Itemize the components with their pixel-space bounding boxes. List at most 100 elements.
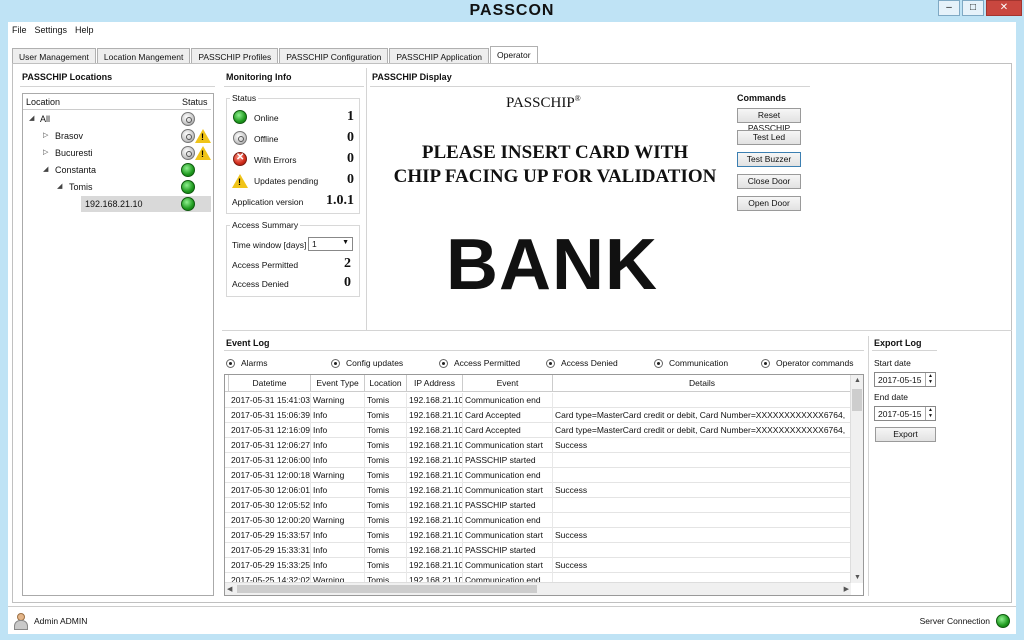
cell-details: Success bbox=[553, 528, 851, 543]
status-bar: Admin ADMIN Server Connection bbox=[8, 606, 1016, 634]
expand-icon[interactable]: ▷ bbox=[43, 148, 48, 156]
filter-access-permitted[interactable]: Access Permitted bbox=[439, 358, 520, 368]
table-row[interactable]: 2017-05-30 12:06:01 Info Tomis 192.168.21.1… bbox=[225, 483, 851, 498]
maximize-icon[interactable]: □ bbox=[962, 0, 984, 16]
table-row[interactable]: 2017-05-30 12:00:20 Warning Tomis 192.168.2… bbox=[225, 513, 851, 528]
col-status[interactable]: Status bbox=[182, 97, 208, 107]
menu-help[interactable]: Help bbox=[71, 22, 98, 40]
tab-user-management[interactable]: User Management bbox=[12, 48, 96, 63]
tab-passchip-configuration[interactable]: PASSCHIP Configuration bbox=[279, 48, 389, 63]
tab-operator[interactable]: Operator bbox=[490, 46, 538, 63]
cell-event: Communication start bbox=[463, 528, 553, 543]
test-led-button[interactable]: Test Led bbox=[737, 130, 801, 145]
cell-event: Card Accepted bbox=[463, 423, 553, 438]
warning-icon bbox=[232, 174, 248, 188]
cell-ip-address: 192.168.21.10 bbox=[407, 513, 463, 528]
scroll-down-icon[interactable]: ▼ bbox=[854, 574, 861, 581]
vertical-scrollbar[interactable]: ▲ ▼ bbox=[850, 375, 863, 583]
expand-icon[interactable]: ◢ bbox=[57, 182, 62, 190]
status-unknown-icon bbox=[181, 129, 195, 143]
expand-icon[interactable]: ◢ bbox=[43, 165, 48, 173]
spin-icon[interactable]: ▲ ▼ bbox=[925, 407, 935, 420]
table-row[interactable]: 2017-05-31 15:06:39 Info Tomis 192.168.21.1… bbox=[225, 408, 851, 423]
filter-operator-commands[interactable]: Operator commands bbox=[761, 358, 853, 368]
col-location[interactable]: Location bbox=[26, 97, 60, 107]
tree-item-constanta[interactable]: ◢ Constanta bbox=[23, 162, 211, 178]
horizontal-scrollbar[interactable]: ◀ ▶ bbox=[225, 582, 851, 595]
divider bbox=[20, 86, 215, 87]
title-bar: PASSCON – □ ✕ bbox=[0, 0, 1024, 22]
end-date-picker[interactable]: 2017-05-15 ▲ ▼ bbox=[874, 406, 936, 421]
table-row[interactable]: 2017-05-29 15:33:57 Info Tomis 192.168.21.1… bbox=[225, 528, 851, 543]
tree-item-tomis[interactable]: ◢ Tomis bbox=[23, 179, 211, 195]
tab-passchip-profiles[interactable]: PASSCHIP Profiles bbox=[191, 48, 279, 63]
table-row[interactable]: 2017-05-29 15:33:31 Info Tomis 192.168.21.1… bbox=[225, 543, 851, 558]
cell-event-type: Warning bbox=[311, 468, 365, 483]
export-button[interactable]: Export bbox=[875, 427, 936, 442]
scroll-left-icon[interactable]: ◀ bbox=[227, 585, 232, 593]
reset-passchip-button[interactable]: Reset PASSCHIP bbox=[737, 108, 801, 133]
close-door-button[interactable]: Close Door bbox=[737, 174, 801, 189]
cell-ip-address: 192.168.21.10 bbox=[407, 393, 463, 408]
cell-location: Tomis bbox=[365, 498, 407, 513]
filter-config-updates[interactable]: Config updates bbox=[331, 358, 403, 368]
time-window-select[interactable]: 1 ▼ bbox=[308, 237, 353, 251]
locations-tree[interactable]: Location Status ◢ All ▷ Brasov ▷ Bucures… bbox=[22, 93, 214, 596]
tree-item-label: Bucuresti bbox=[55, 148, 93, 158]
event-log-table[interactable]: Datetime Event Type Location IP Address … bbox=[224, 374, 864, 596]
cell-datetime: 2017-05-31 12:06:00 bbox=[229, 453, 311, 468]
cell-ip-address: 192.168.21.10 bbox=[407, 453, 463, 468]
tree-item-label: Constanta bbox=[55, 165, 97, 175]
col-details[interactable]: Details bbox=[553, 375, 851, 392]
tree-item-bucuresti[interactable]: ▷ Bucuresti bbox=[23, 145, 211, 161]
status-online-icon bbox=[181, 197, 195, 211]
start-date-label: Start date bbox=[874, 358, 911, 368]
cell-datetime: 2017-05-30 12:05:52 bbox=[229, 498, 311, 513]
table-row[interactable]: 2017-05-29 15:33:25 Info Tomis 192.168.21.1… bbox=[225, 558, 851, 573]
filter-alarms[interactable]: Alarms bbox=[226, 358, 267, 368]
scroll-right-icon[interactable]: ▶ bbox=[844, 585, 849, 593]
cell-event-type: Warning bbox=[311, 393, 365, 408]
scroll-thumb[interactable] bbox=[237, 585, 537, 593]
scroll-thumb[interactable] bbox=[852, 389, 862, 411]
menu-file[interactable]: File bbox=[8, 22, 31, 40]
divider bbox=[222, 330, 1012, 331]
cell-ip-address: 192.168.21.10 bbox=[407, 558, 463, 573]
cell-location: Tomis bbox=[365, 408, 407, 423]
version-value: 1.0.1 bbox=[326, 193, 354, 208]
spin-icon[interactable]: ▲ ▼ bbox=[925, 373, 935, 386]
start-date-picker[interactable]: 2017-05-15 ▲ ▼ bbox=[874, 372, 936, 387]
divider bbox=[224, 350, 864, 351]
table-row[interactable]: 2017-05-31 12:06:27 Info Tomis 192.168.21.1… bbox=[225, 438, 851, 453]
table-row[interactable]: 2017-05-31 12:06:00 Info Tomis 192.168.21.1… bbox=[225, 453, 851, 468]
col-event[interactable]: Event bbox=[463, 375, 553, 392]
offline-label: Offline bbox=[254, 134, 279, 144]
tab-passchip-application[interactable]: PASSCHIP Application bbox=[389, 48, 490, 63]
table-row[interactable]: 2017-05-31 15:41:03 Warning Tomis 192.168.2… bbox=[225, 393, 851, 408]
table-row[interactable]: 2017-05-30 12:05:52 Info Tomis 192.168.21.1… bbox=[225, 498, 851, 513]
col-location[interactable]: Location bbox=[365, 375, 407, 392]
table-row[interactable]: 2017-05-31 12:16:09 Info Tomis 192.168.21.1… bbox=[225, 423, 851, 438]
test-buzzer-button[interactable]: Test Buzzer bbox=[737, 152, 801, 167]
scroll-up-icon[interactable]: ▲ bbox=[854, 377, 861, 384]
cell-details bbox=[553, 498, 851, 513]
tree-item-brasov[interactable]: ▷ Brasov bbox=[23, 128, 211, 144]
col-datetime[interactable]: Datetime bbox=[229, 375, 311, 392]
tree-item-all[interactable]: ◢ All bbox=[23, 111, 211, 127]
expand-icon[interactable]: ▷ bbox=[43, 131, 48, 139]
col-ip-address[interactable]: IP Address bbox=[407, 375, 463, 392]
start-date-value: 2017-05-15 bbox=[878, 375, 922, 385]
tree-item-device[interactable]: 192.168.21.10 bbox=[81, 196, 211, 212]
minimize-icon[interactable]: – bbox=[938, 0, 960, 16]
close-icon[interactable]: ✕ bbox=[986, 0, 1022, 16]
filter-communication[interactable]: Communication bbox=[654, 358, 728, 368]
col-event-type[interactable]: Event Type bbox=[311, 375, 365, 392]
menu-settings[interactable]: Settings bbox=[31, 22, 72, 40]
tab-location-management[interactable]: Location Mangement bbox=[96, 48, 191, 63]
filter-access-denied[interactable]: Access Denied bbox=[546, 358, 618, 368]
table-row[interactable]: 2017-05-31 12:00:18 Warning Tomis 192.168.2… bbox=[225, 468, 851, 483]
expand-icon[interactable]: ◢ bbox=[29, 114, 34, 122]
open-door-button[interactable]: Open Door bbox=[737, 196, 801, 211]
event-log-title: Event Log bbox=[226, 338, 270, 348]
cell-event-type: Info bbox=[311, 453, 365, 468]
